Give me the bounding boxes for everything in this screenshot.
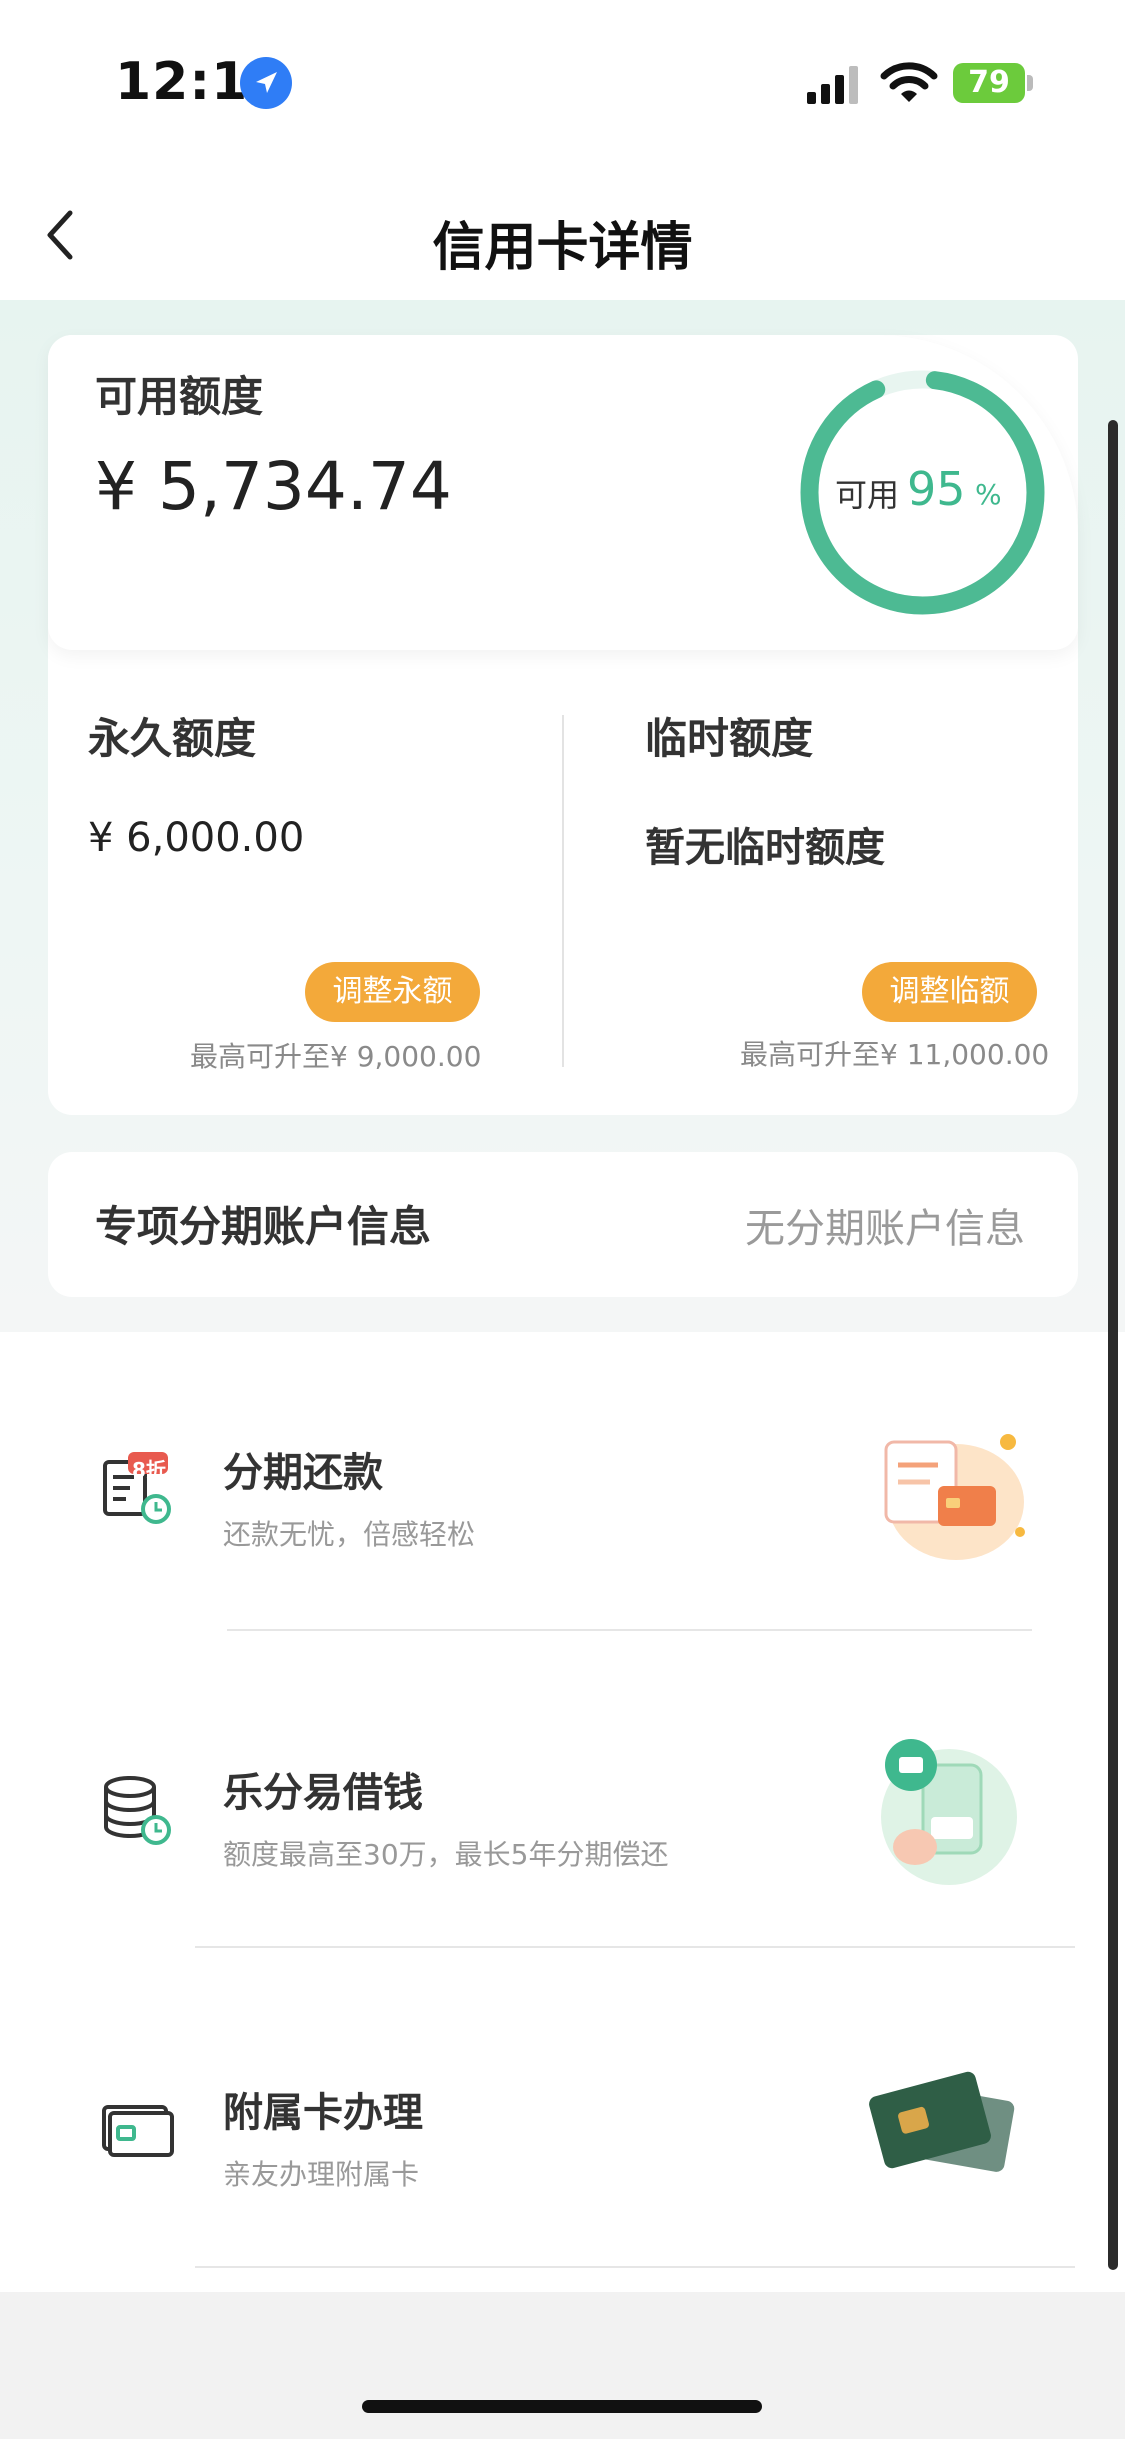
temporary-limit-value: 暂无临时额度 [645,825,885,871]
temporary-limit-label: 临时额度 [645,714,814,763]
nav-bar: 信用卡详情 [0,165,1125,300]
service-title: 乐分易借钱 [223,1770,423,1816]
row-divider [195,1946,1075,1948]
ring-percent-unit: % [975,478,1002,511]
limit-divider [562,715,564,1067]
service-subtitle: 额度最高至30万，最长5年分期偿还 [223,1838,669,1871]
location-arrow-icon [240,57,292,109]
adjust-temporary-limit-button[interactable]: 调整临额 [862,962,1037,1022]
installment-account-value: 无分期账户信息 [745,1206,1025,1252]
service-title: 附属卡办理 [223,2090,423,2136]
battery-cap [1027,75,1033,91]
row-divider [227,1629,1032,1631]
scrollbar[interactable] [1108,420,1118,2270]
service-subtitle: 亲友办理附属卡 [223,2158,420,2191]
supplementary-card-illustration [869,2071,1015,2172]
page-title: 信用卡详情 [432,218,693,278]
adjust-permanent-limit-button[interactable]: 调整永额 [305,962,480,1022]
battery-level: 79 [953,63,1025,103]
coins-clock-icon [104,1776,171,1845]
row-divider [195,2266,1075,2268]
service-subtitle: 还款无忧，倍感轻松 [223,1518,476,1551]
installment-illustration [884,1434,1025,1560]
status-bar: 12:10 79 [0,0,1125,165]
service-title: 分期还款 [223,1450,383,1496]
ring-available-label: 可用 [835,476,900,514]
temporary-limit-max: 最高可升至¥ 11,000.00 [740,1038,1050,1071]
card-icon [102,2105,174,2157]
cellular-signal-icon [807,66,858,104]
discount-badge: 8折 [132,1458,166,1482]
loan-illustration [881,1739,1017,1885]
permanent-limit-label: 永久额度 [88,714,257,763]
available-limit-label: 可用额度 [95,372,264,421]
available-limit-amount: ¥ 5,734.74 [95,448,452,525]
wifi-icon [880,62,938,102]
permanent-limit-value: ¥ 6,000.00 [88,815,305,861]
installment-account-label: 专项分期账户信息 [95,1202,432,1251]
battery-icon: 79 [953,63,1033,103]
ring-percent-value: 95 [907,462,966,516]
home-indicator[interactable] [362,2400,762,2413]
permanent-limit-max: 最高可升至¥ 9,000.00 [190,1040,482,1073]
